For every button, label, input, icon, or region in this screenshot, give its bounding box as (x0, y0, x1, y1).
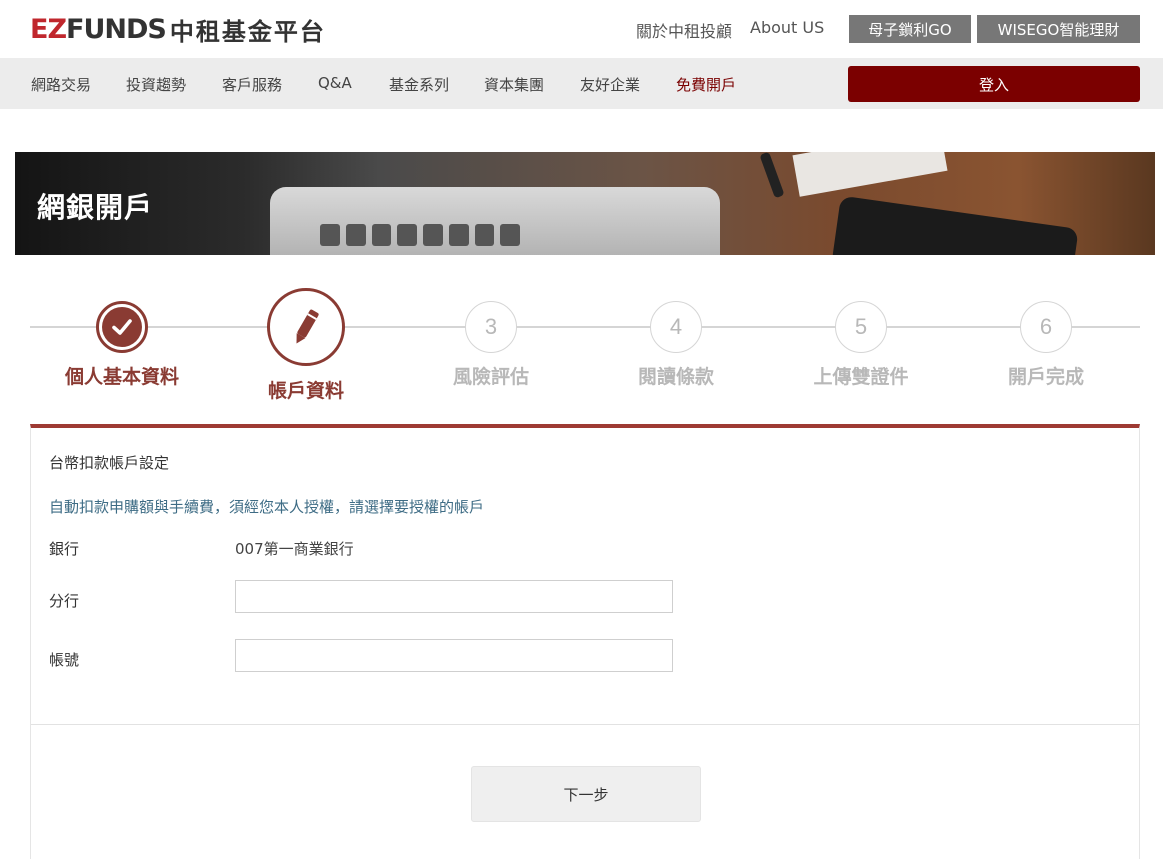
authorization-note: 自動扣款申購額與手續費，須經您本人授權，請選擇要授權的帳戶 (49, 498, 485, 516)
nav-item-fund-series[interactable]: 基金系列 (389, 74, 449, 95)
banner-tablet-graphic (831, 195, 1079, 255)
step-1-label: 個人基本資料 (64, 366, 179, 388)
top-header: EZ FUNDS 中租基金平台 關於中租投顧 About US 母子鎖利GO W… (0, 0, 1163, 58)
progress-steps: 個人基本資料 帳戶資料 3 風險評估 4 閱讀條款 5 上傳雙證件 6 開戶完成 (0, 280, 1163, 410)
step-6-label: 開戶完成 (1007, 366, 1084, 388)
step-4-circle: 4 (650, 301, 702, 353)
check-icon (112, 319, 132, 335)
debit-account-form: 台幣扣款帳戶設定 自動扣款申購額與手續費，須經您本人授權，請選擇要授權的帳戶 銀… (30, 424, 1140, 859)
wisego-button[interactable]: WISEGO智能理財 (977, 15, 1140, 43)
logo-ez-text: EZ (30, 13, 67, 45)
step-1-circle (96, 301, 148, 353)
step-3-circle: 3 (465, 301, 517, 353)
lock-profit-go-button[interactable]: 母子鎖利GO (849, 15, 971, 43)
banner-paper-graphic (792, 152, 948, 197)
about-us-link[interactable]: About US (750, 18, 824, 37)
form-divider (31, 724, 1139, 725)
step-2-label: 帳戶資料 (267, 380, 344, 402)
nav-item-free-account[interactable]: 免費開戶 (676, 74, 736, 95)
bank-value: 007第一商業銀行 (235, 540, 354, 558)
account-number-input[interactable] (235, 639, 673, 672)
nav-item-capital-group[interactable]: 資本集團 (484, 74, 544, 95)
nav-item-online-trading[interactable]: 網路交易 (31, 74, 91, 95)
branch-label: 分行 (49, 592, 80, 610)
logo-funds-text: FUNDS (66, 13, 167, 45)
about-company-link[interactable]: 關於中租投顧 (636, 18, 732, 42)
banner-pen-graphic (759, 152, 785, 199)
nav-item-customer-service[interactable]: 客戶服務 (222, 74, 282, 95)
nav-item-qa[interactable]: Q&A (318, 74, 352, 92)
branch-input[interactable] (235, 580, 673, 613)
step-2-circle (267, 288, 345, 366)
steps-connector-line (30, 326, 1140, 328)
brand-logo[interactable]: EZ FUNDS 中租基金平台 (30, 12, 326, 46)
page-banner: 網銀開戶 (15, 152, 1155, 255)
step-5-circle: 5 (835, 301, 887, 353)
step-6-circle: 6 (1020, 301, 1072, 353)
form-title: 台幣扣款帳戶設定 (49, 454, 170, 472)
nav-item-investment-trends[interactable]: 投資趨勢 (126, 74, 186, 95)
step-5-label: 上傳雙證件 (813, 366, 909, 388)
banner-keyboard-graphic (320, 224, 520, 254)
main-nav: 網路交易 投資趨勢 客戶服務 Q&A 基金系列 資本集團 友好企業 免費開戶 登… (0, 58, 1163, 109)
account-label: 帳號 (49, 651, 80, 669)
step-4-label: 閱讀條款 (637, 366, 714, 388)
nav-item-partners[interactable]: 友好企業 (580, 74, 640, 95)
logo-chinese-text: 中租基金平台 (169, 17, 326, 46)
step-3-label: 風險評估 (452, 366, 529, 388)
bank-label: 銀行 (49, 540, 80, 558)
pencil-icon (296, 309, 319, 344)
next-step-button[interactable]: 下一步 (471, 766, 701, 822)
page-title: 網銀開戶 (37, 191, 154, 224)
login-button[interactable]: 登入 (848, 66, 1140, 102)
